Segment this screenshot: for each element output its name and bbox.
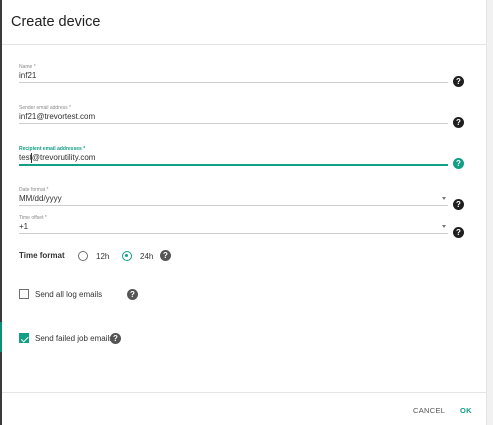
name-label: Name * xyxy=(19,64,36,70)
radio-12h-label[interactable]: 12h xyxy=(96,252,109,261)
radio-24h[interactable] xyxy=(122,251,132,261)
time-offset-value[interactable]: +1 xyxy=(19,222,448,232)
send-failed-job-emails-label[interactable]: Send failed job emails xyxy=(35,334,113,343)
send-all-log-emails-checkbox[interactable] xyxy=(19,289,29,299)
radio-12h[interactable] xyxy=(78,251,88,261)
name-input[interactable]: inf21 xyxy=(19,71,448,81)
create-device-dialog: Create device Name * inf21 ? Sender emai… xyxy=(2,0,487,425)
footer-divider xyxy=(2,392,487,393)
date-format-help-icon[interactable]: ? xyxy=(453,199,464,210)
time-format-label: Time format xyxy=(19,251,65,260)
sender-email-label: Sender email address * xyxy=(19,105,71,111)
sender-email-help-icon[interactable]: ? xyxy=(453,117,464,128)
text-cursor xyxy=(30,153,32,163)
header-divider xyxy=(2,44,487,45)
send-all-log-help-icon[interactable]: ? xyxy=(127,289,138,300)
time-offset-label: Time offset * xyxy=(19,215,47,221)
dropdown-arrow-icon[interactable] xyxy=(442,197,446,200)
date-format-label: Date format * xyxy=(19,187,49,193)
ok-button[interactable]: OK xyxy=(460,406,472,415)
time-offset-selected: +1 xyxy=(19,222,29,231)
radio-24h-label[interactable]: 24h xyxy=(140,252,153,261)
send-failed-job-emails-checkbox[interactable] xyxy=(19,333,29,343)
cancel-button[interactable]: CANCEL xyxy=(413,406,445,415)
date-format-selected: MM/dd/yyyy xyxy=(19,194,62,203)
date-format-underline xyxy=(19,205,448,206)
name-field[interactable]: Name * inf21 xyxy=(19,64,448,83)
send-failed-job-help-icon[interactable]: ? xyxy=(110,333,121,344)
time-offset-underline xyxy=(19,233,448,234)
recipient-email-underline xyxy=(19,164,448,166)
sender-email-field[interactable]: Sender email address * inf21@trevortest.… xyxy=(19,105,448,124)
name-underline xyxy=(19,82,448,83)
time-offset-help-icon[interactable]: ? xyxy=(453,227,464,238)
recipient-email-help-icon[interactable]: ? xyxy=(453,158,464,169)
dropdown-arrow-icon[interactable] xyxy=(442,225,446,228)
dialog-title: Create device xyxy=(11,14,101,30)
name-help-icon[interactable]: ? xyxy=(453,76,464,87)
recipient-value-end: @trevorutility.com xyxy=(31,153,96,162)
sender-email-input[interactable]: inf21@trevortest.com xyxy=(19,112,448,122)
time-format-help-icon[interactable]: ? xyxy=(160,250,171,261)
send-all-log-emails-label[interactable]: Send all log emails xyxy=(35,290,102,299)
date-format-value[interactable]: MM/dd/yyyy xyxy=(19,194,448,204)
scrollbar-track[interactable] xyxy=(486,0,493,425)
recipient-email-input[interactable]: test@trevorutility.com xyxy=(19,153,448,163)
time-offset-select[interactable]: Time offset * +1 xyxy=(19,215,448,234)
recipient-email-label: Recipient email addresses * xyxy=(19,146,86,152)
sender-email-underline xyxy=(19,123,448,124)
date-format-select[interactable]: Date format * MM/dd/yyyy xyxy=(19,187,448,206)
recipient-email-field[interactable]: Recipient email addresses * test@trevoru… xyxy=(19,146,448,166)
